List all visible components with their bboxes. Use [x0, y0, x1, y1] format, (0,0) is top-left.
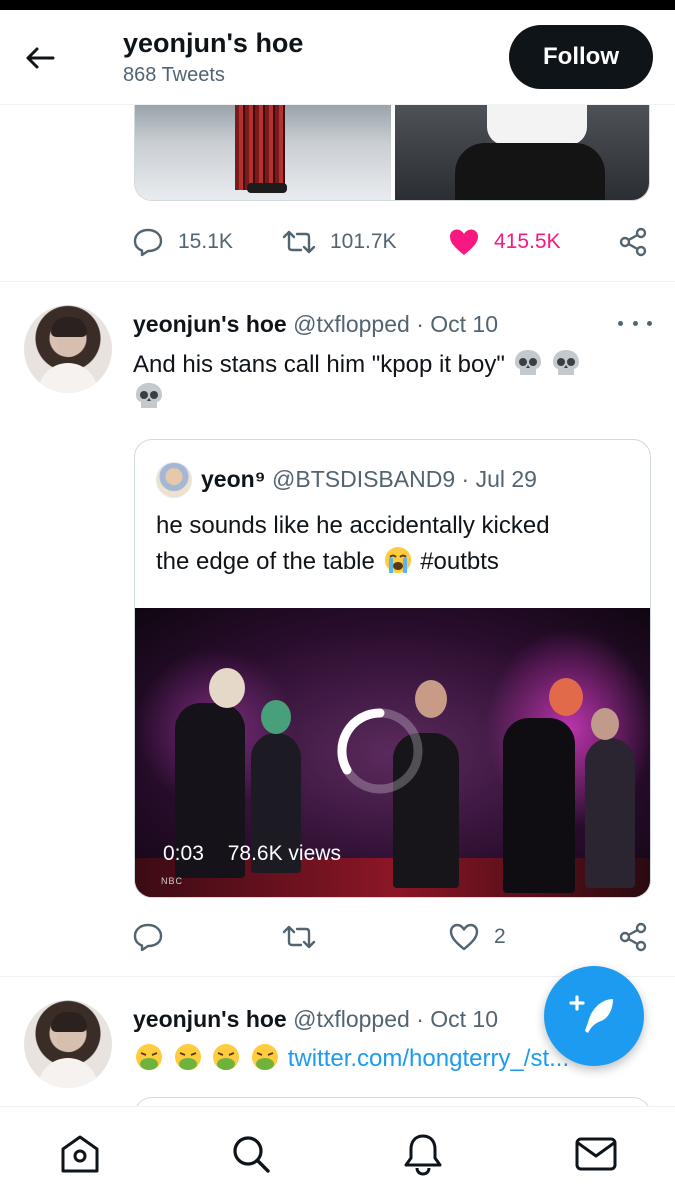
- nav-home[interactable]: [57, 1131, 103, 1177]
- nav-search[interactable]: [228, 1131, 274, 1177]
- share-button[interactable]: [618, 222, 648, 262]
- share-icon: [619, 227, 647, 257]
- retweet-icon: [282, 925, 316, 949]
- tweet-text: twitter.com/hongterry_/st...: [133, 1042, 569, 1073]
- arrow-left-icon: [26, 47, 55, 69]
- nav-messages[interactable]: [573, 1131, 619, 1177]
- retweet-count: 101.7K: [330, 230, 397, 253]
- dot: [632, 320, 638, 326]
- quoted-display-name: yeon⁹: [201, 466, 266, 492]
- skull-emoji-icon: [514, 350, 541, 375]
- share-icon: [619, 922, 647, 952]
- tweet-text: And his stans call him "kpop it boy": [133, 348, 638, 414]
- like-button[interactable]: 2: [448, 917, 506, 957]
- share-button[interactable]: [618, 917, 648, 957]
- follow-button[interactable]: Follow: [509, 25, 653, 89]
- tweet-header: yeonjun's hoe @txflopped · Oct 10: [133, 311, 498, 338]
- separator: ·: [416, 1006, 424, 1032]
- skull-emoji-icon: [553, 350, 580, 375]
- notifications-icon: [404, 1134, 442, 1176]
- quoted-header: yeon⁹ @BTSDISBAND9 · Jul 29: [201, 466, 537, 493]
- loudly-crying-face-icon: [384, 547, 411, 573]
- like-count: 415.5K: [494, 230, 561, 253]
- display-name[interactable]: yeonjun's hoe: [133, 1006, 287, 1032]
- handle[interactable]: @txflopped: [293, 311, 410, 337]
- nauseated-face-icon: [252, 1044, 279, 1070]
- video-views: 78.6K views: [227, 842, 341, 865]
- quoted-text-line: he sounds like he accidentally kicked: [156, 512, 550, 539]
- nauseated-face-icon: [136, 1044, 162, 1070]
- status-bar: [0, 0, 675, 10]
- quoted-text: he sounds like he accidentally kicked th…: [156, 508, 636, 580]
- reply-button[interactable]: [132, 917, 164, 957]
- search-icon: [233, 1136, 270, 1173]
- tweet-actions: 15.1K 101.7K 415.5K: [132, 222, 652, 262]
- video-info: 0:03 78.6K views: [163, 842, 359, 866]
- retweet-button[interactable]: 101.7K: [282, 222, 397, 262]
- handle[interactable]: @txflopped: [293, 1006, 410, 1032]
- video-player[interactable]: 0:03 78.6K views NBC: [135, 608, 650, 897]
- display-name[interactable]: yeonjun's hoe: [133, 311, 287, 337]
- more-options-button[interactable]: [618, 313, 652, 333]
- home-icon: [61, 1135, 99, 1173]
- tweet-link[interactable]: twitter.com/hongterry_/st...: [288, 1045, 569, 1072]
- like-count: 2: [494, 925, 506, 948]
- avatar[interactable]: [24, 1000, 112, 1088]
- hashtag-link[interactable]: #outbts: [420, 548, 499, 575]
- profile-name: yeonjun's hoe: [123, 28, 304, 58]
- retweet-button[interactable]: [282, 917, 316, 957]
- compose-tweet-button[interactable]: [544, 966, 644, 1066]
- video-watermark: NBC: [161, 876, 184, 886]
- compose-feather-icon: [569, 995, 613, 1033]
- tweet-media-grid[interactable]: [134, 105, 650, 201]
- quoted-date: Jul 29: [475, 466, 537, 492]
- heart-outline-icon: [449, 923, 479, 951]
- dot: [618, 320, 623, 326]
- tweet-body: And his stans call him "kpop it boy": [133, 351, 505, 378]
- media-image[interactable]: [135, 105, 391, 200]
- separator: ·: [416, 311, 424, 337]
- bottom-navigation: [0, 1106, 675, 1200]
- tweet-date[interactable]: Oct 10: [430, 311, 498, 337]
- avatar[interactable]: [24, 305, 112, 393]
- loading-spinner-icon: [337, 708, 423, 794]
- nauseated-face-icon: [174, 1044, 201, 1070]
- reply-icon: [133, 228, 163, 257]
- tweet-count: 868 Tweets: [123, 64, 225, 86]
- quoted-avatar: [156, 462, 192, 498]
- dot: [647, 320, 652, 326]
- quoted-tweet[interactable]: yeon⁹ @BTSDISBAND9 · Jul 29 he sounds li…: [134, 439, 651, 898]
- reply-button[interactable]: 15.1K: [132, 222, 233, 262]
- skull-emoji-icon: [136, 383, 162, 408]
- retweet-icon: [282, 230, 316, 254]
- nauseated-face-icon: [213, 1044, 240, 1070]
- tweet-date[interactable]: Oct 10: [430, 1006, 498, 1032]
- tweet-actions: 2: [132, 917, 652, 957]
- separator: ·: [461, 466, 470, 492]
- nav-notifications[interactable]: [400, 1131, 446, 1177]
- reply-icon: [133, 923, 163, 952]
- like-button[interactable]: 415.5K: [448, 222, 561, 262]
- quoted-handle: @BTSDISBAND9: [272, 466, 456, 492]
- reply-count: 15.1K: [178, 230, 233, 253]
- profile-header: yeonjun's hoe 868 Tweets Follow: [0, 10, 675, 105]
- back-button[interactable]: [20, 38, 60, 78]
- video-duration: 0:03: [163, 842, 204, 865]
- quoted-text-line: the edge of the table: [156, 548, 375, 575]
- divider: [0, 281, 675, 282]
- media-image[interactable]: [395, 105, 649, 200]
- tweet-header: yeonjun's hoe @txflopped · Oct 10: [133, 1006, 498, 1033]
- messages-icon: [575, 1137, 617, 1171]
- heart-filled-icon: [450, 229, 478, 255]
